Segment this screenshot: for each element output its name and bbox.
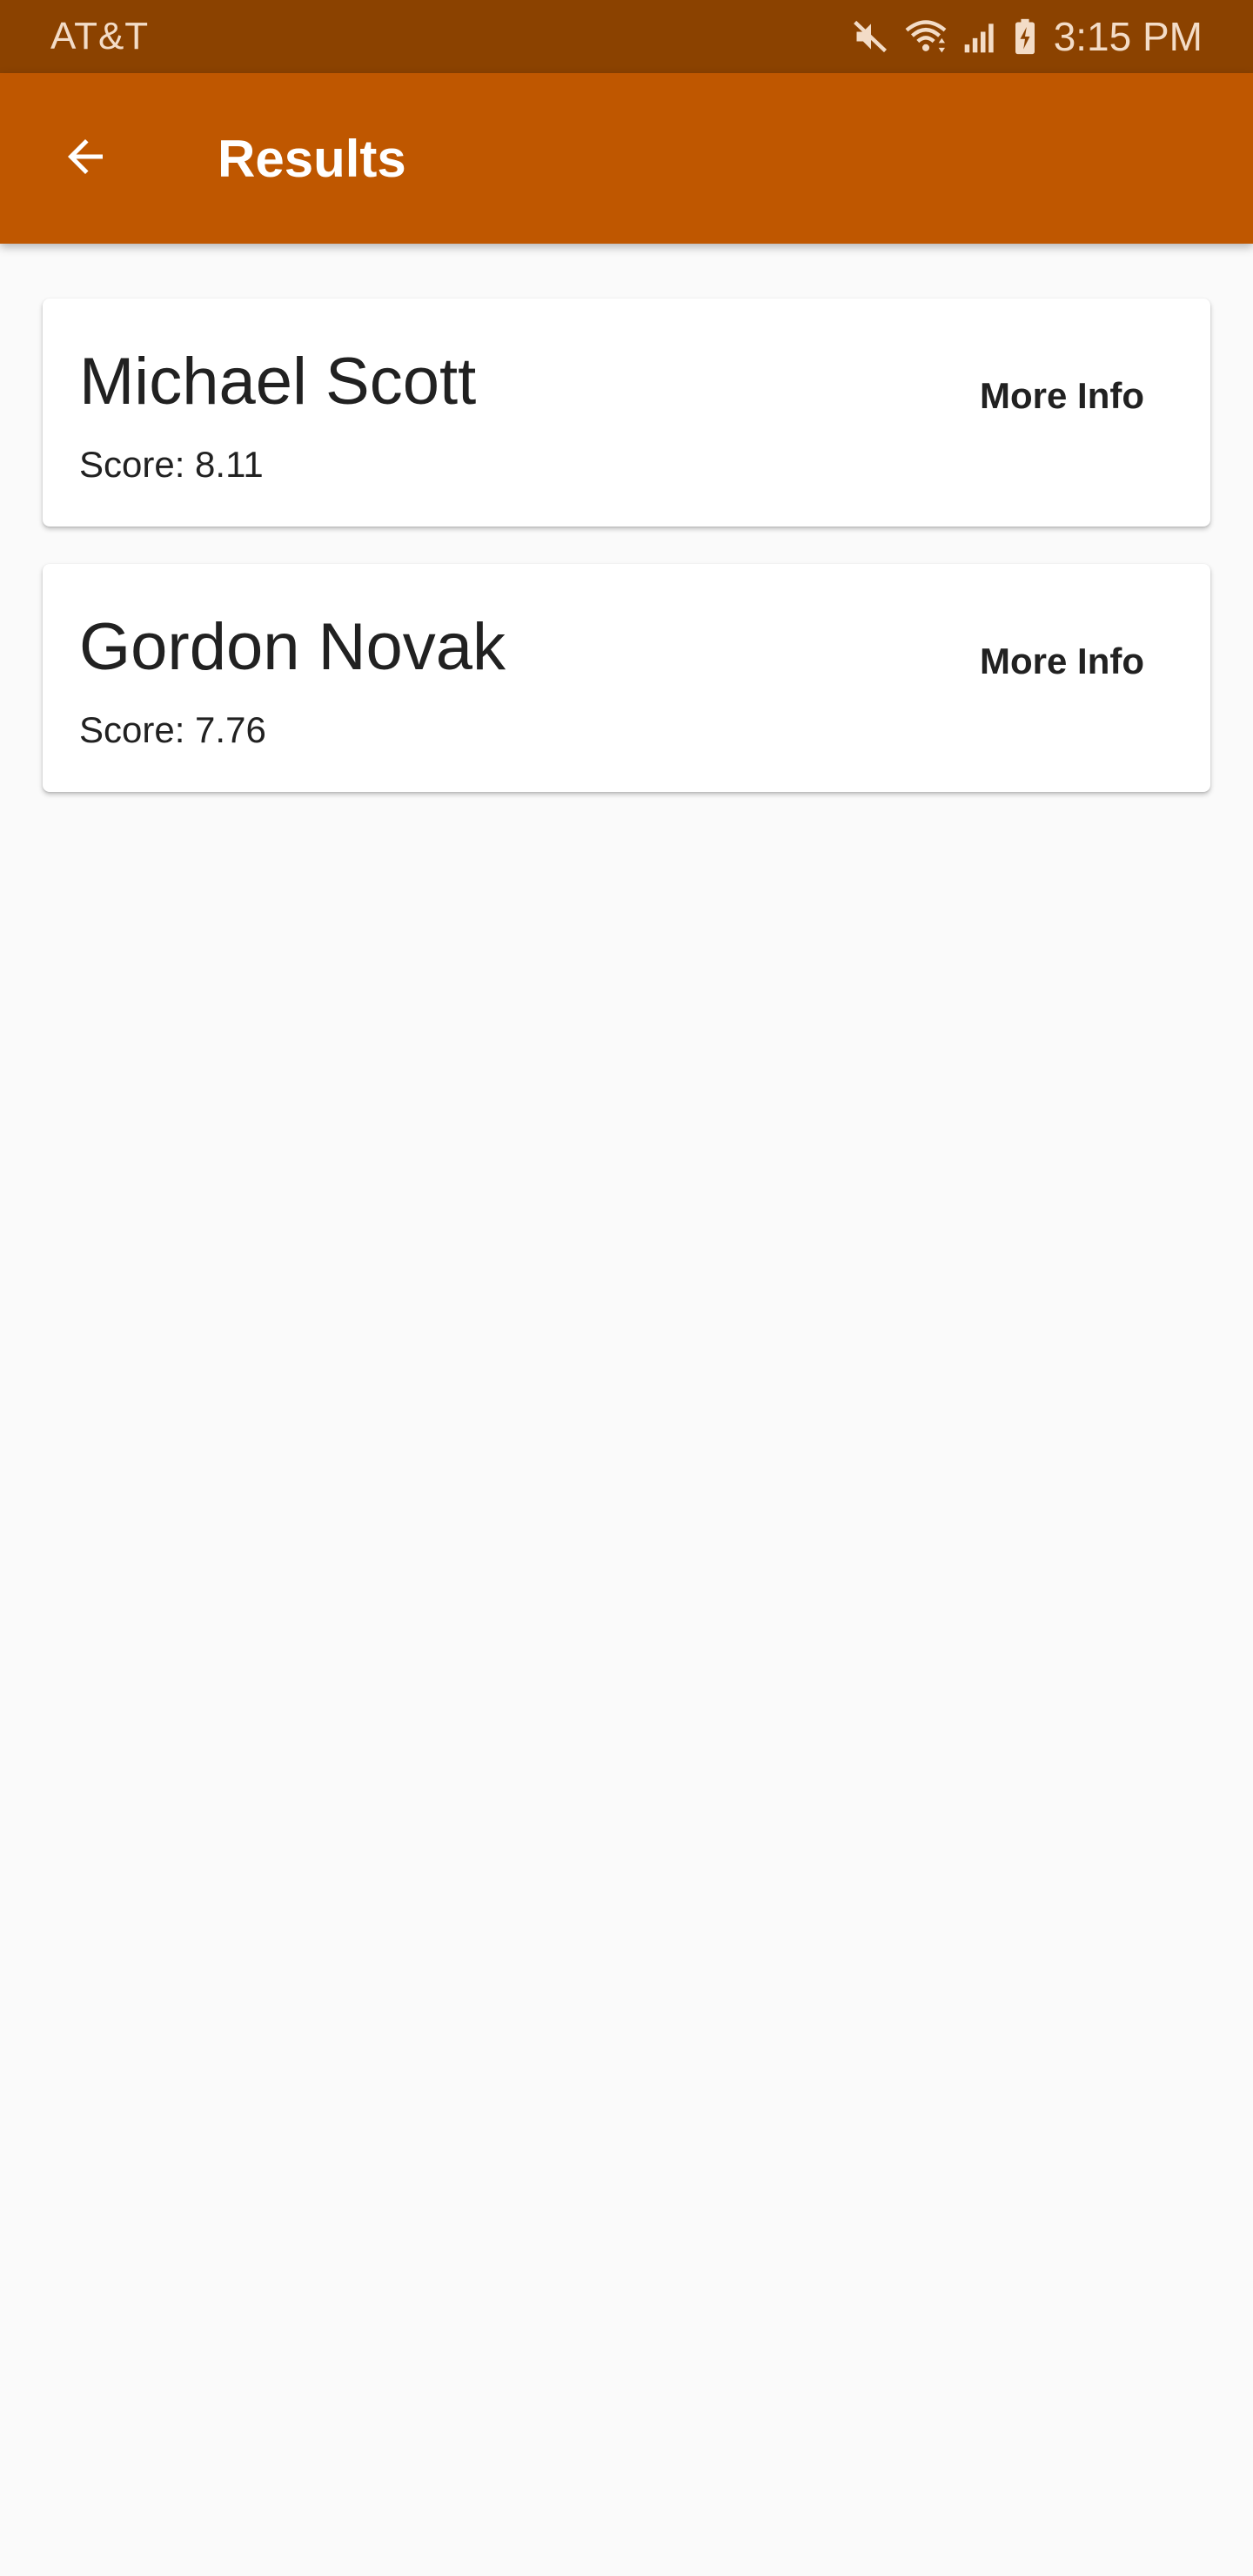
result-card: Gordon Novak Score: 7.76 More Info (43, 564, 1210, 792)
arrow-back-icon (59, 131, 111, 187)
results-list: Michael Scott Score: 8.11 More Info Gord… (43, 299, 1210, 829)
result-score: Score: 8.11 (79, 444, 264, 485)
result-name: Gordon Novak (79, 610, 506, 684)
status-bar: AT&T 3:15 PM (0, 0, 1253, 73)
result-name: Michael Scott (79, 345, 477, 419)
page-title: Results (218, 129, 406, 188)
app-bar: Results (0, 73, 1253, 244)
result-card: Michael Scott Score: 8.11 More Info (43, 299, 1210, 527)
wifi-icon (902, 17, 949, 56)
signal-icon (962, 17, 1000, 56)
back-button[interactable] (44, 117, 127, 200)
result-score: Score: 7.76 (79, 709, 266, 750)
battery-charging-icon (1012, 17, 1038, 56)
carrier-label: AT&T (50, 15, 150, 57)
more-info-button[interactable]: More Info (962, 365, 1162, 427)
status-time: 3:15 PM (1053, 14, 1203, 59)
mute-icon (852, 17, 890, 56)
more-info-button[interactable]: More Info (962, 630, 1162, 693)
status-icons: 3:15 PM (852, 13, 1203, 60)
